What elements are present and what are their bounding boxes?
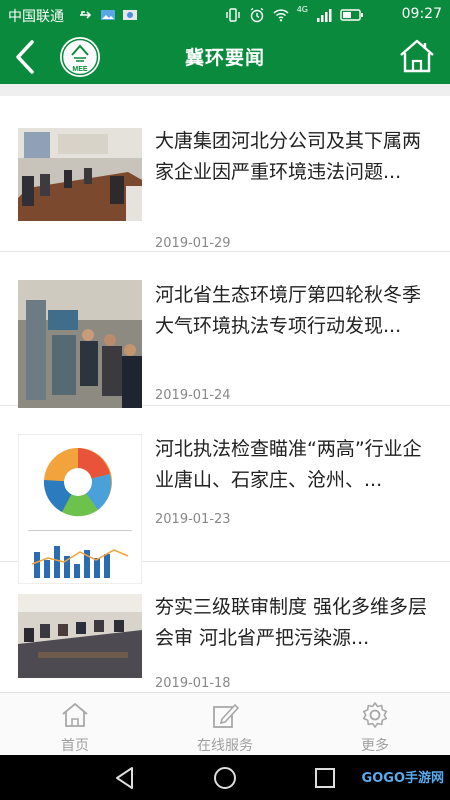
- image-notification-icon: [101, 10, 115, 20]
- news-title[interactable]: 河北执法检查瞄准“两高”行业企业唐山、石家庄、沧州、...: [155, 434, 434, 496]
- status-bar: 中国联通 4G 09:27: [0, 0, 450, 30]
- news-item[interactable]: 河北执法检查瞄准“两高”行业企业唐山、石家庄、沧州、... 2019-01-23: [0, 406, 450, 584]
- news-date: 2019-01-29: [155, 236, 231, 251]
- android-nav-bar: GOGO手游网: [0, 755, 450, 800]
- news-title[interactable]: 河北省生态环境厅第四轮秋冬季大气环境执法专项行动发现...: [155, 280, 434, 342]
- edit-icon: [213, 703, 240, 728]
- news-thumbnail: [18, 280, 142, 408]
- news-date: 2019-01-24: [155, 388, 231, 403]
- clock: 09:27: [401, 6, 442, 22]
- system-icons: 4G: [225, 5, 364, 23]
- vibrate-icon: [226, 8, 240, 22]
- carrier-label: 中国联通: [8, 9, 64, 25]
- news-thumbnail: [18, 594, 142, 678]
- tab-more[interactable]: 更多: [300, 701, 450, 755]
- watermark: GOGO手游网: [361, 771, 444, 786]
- news-list: 大唐集团河北分公司及其下属两家企业因严重环境违法问题... 2019-01-29…: [0, 96, 450, 692]
- nav-recents-icon[interactable]: [312, 765, 338, 791]
- notification-icons: [78, 7, 138, 23]
- news-date: 2019-01-18: [155, 676, 231, 691]
- news-item[interactable]: 大唐集团河北分公司及其下属两家企业因严重环境违法问题... 2019-01-29: [0, 96, 450, 252]
- tab-online-service-label: 在线服务: [197, 738, 253, 754]
- nav-back-icon[interactable]: [112, 765, 138, 791]
- alarm-icon: [250, 7, 264, 23]
- news-item[interactable]: 河北省生态环境厅第四轮秋冬季大气环境执法专项行动发现... 2019-01-24: [0, 252, 450, 408]
- news-thumbnail: [18, 128, 142, 221]
- signal-icon: [317, 9, 332, 22]
- home-icon[interactable]: [398, 37, 436, 75]
- tab-more-label: 更多: [361, 738, 389, 754]
- network-type-label: 4G: [296, 5, 308, 14]
- news-date: 2019-01-23: [155, 512, 231, 527]
- header-divider: [0, 84, 450, 96]
- tab-online-service[interactable]: 在线服务: [150, 701, 300, 755]
- page-title: 冀环要闻: [184, 47, 265, 69]
- bottom-tab-bar: 首页 在线服务 更多: [0, 692, 450, 755]
- photo-notification-icon: [123, 10, 137, 20]
- news-title[interactable]: 大唐集团河北分公司及其下属两家企业因严重环境违法问题...: [155, 126, 434, 188]
- tab-home[interactable]: 首页: [0, 701, 150, 755]
- home-icon: [62, 702, 88, 727]
- wifi-icon: [273, 9, 289, 22]
- battery-icon: [340, 9, 363, 21]
- usb-icon: [80, 11, 92, 19]
- tab-home-label: 首页: [61, 738, 89, 754]
- news-title[interactable]: 夯实三级联审制度 强化多维多层会审 河北省严把污染源...: [155, 592, 434, 654]
- gear-icon: [362, 702, 388, 728]
- nav-home-icon[interactable]: [212, 765, 238, 791]
- news-item[interactable]: 夯实三级联审制度 强化多维多层会审 河北省严把污染源... 2019-01-18: [0, 562, 450, 692]
- app-header: MEE 冀环要闻: [0, 30, 450, 84]
